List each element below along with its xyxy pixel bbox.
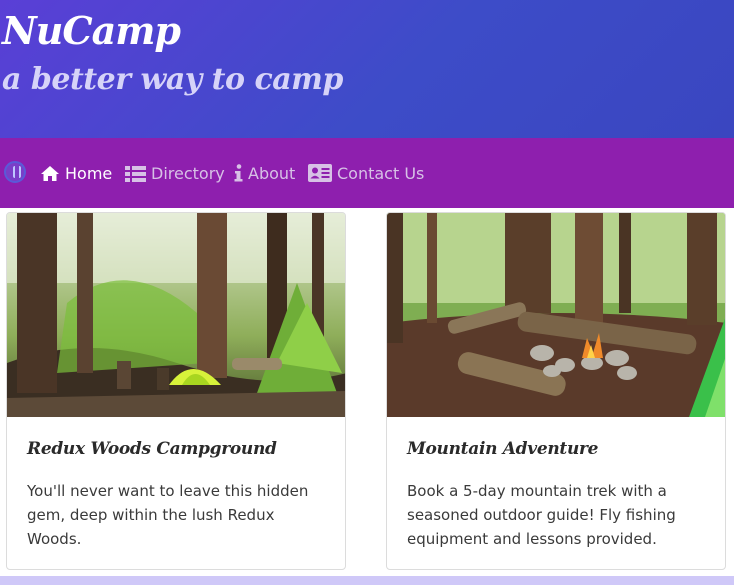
- navbar: Home Directory About Contact Us: [0, 138, 734, 208]
- card-text: Book a 5-day mountain trek with a season…: [407, 482, 676, 548]
- address-card-icon: [308, 164, 332, 182]
- brand-tagline: a better way to camp: [2, 62, 343, 97]
- card-title: Redux Woods Campground: [27, 439, 277, 459]
- nav-item-label: Home: [65, 163, 113, 183]
- jumbotron-header: NuCamp a better way to camp: [0, 0, 734, 138]
- brand-title: NuCamp: [2, 8, 181, 53]
- card-title: Mountain Adventure: [407, 439, 599, 459]
- campsite-photo: [7, 213, 345, 417]
- list-icon: [125, 165, 146, 182]
- nav-item-contact[interactable]: Contact Us: [308, 162, 424, 184]
- nav-item-label: Directory: [151, 163, 225, 183]
- card-text: You'll never want to leave this hidden g…: [27, 482, 309, 548]
- nav-item-about[interactable]: About: [234, 162, 295, 184]
- nav-item-directory[interactable]: Directory: [125, 162, 225, 184]
- footer-band: [0, 576, 734, 585]
- nav-item-label: About: [248, 163, 296, 183]
- home-icon: [40, 165, 60, 182]
- info-icon: [234, 164, 243, 182]
- campsite-card[interactable]: Mountain Adventure Book a 5-day mountain…: [386, 212, 726, 570]
- campsite-card[interactable]: Redux Woods Campground You'll never want…: [6, 212, 346, 570]
- campsite-photo: [387, 213, 725, 417]
- nav-logo-icon[interactable]: [4, 161, 26, 183]
- nav-item-label: Contact Us: [337, 163, 425, 183]
- nav-item-home[interactable]: Home: [40, 162, 112, 184]
